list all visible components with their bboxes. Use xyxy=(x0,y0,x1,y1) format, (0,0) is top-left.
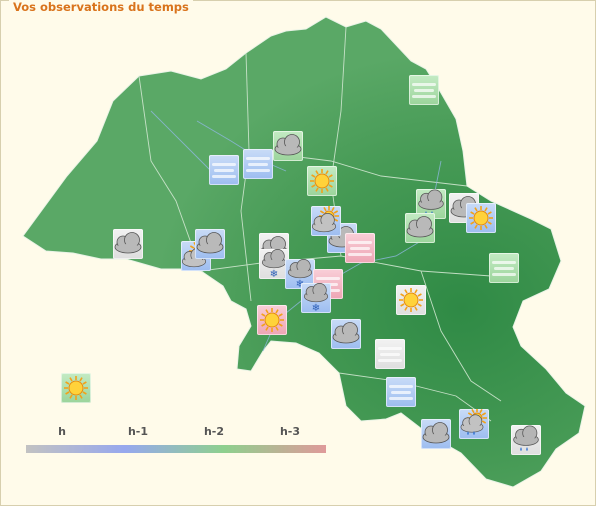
legend-label-h-3: h-3 xyxy=(279,425,301,438)
legend-label-h-1: h-1 xyxy=(127,425,149,438)
weather-observation-marker[interactable] xyxy=(459,409,489,439)
weather-observation-marker[interactable]: ❄ xyxy=(301,283,331,313)
weather-observation-marker[interactable] xyxy=(257,305,287,335)
weather-observation-marker[interactable] xyxy=(273,131,303,161)
weather-observation-marker[interactable] xyxy=(345,233,375,263)
weather-observation-marker[interactable] xyxy=(195,229,225,259)
weather-observation-marker[interactable] xyxy=(511,425,541,455)
time-legend: h h-1 h-2 h-3 xyxy=(26,425,326,455)
weather-observation-marker[interactable] xyxy=(396,285,426,315)
weather-observation-marker[interactable] xyxy=(209,155,239,185)
weather-observation-marker[interactable] xyxy=(386,377,416,407)
weather-observation-marker[interactable] xyxy=(489,253,519,283)
legend-label-h: h xyxy=(58,425,66,438)
weather-observation-marker[interactable] xyxy=(61,373,91,403)
map-panel: Vos observations du temps ❄ ❄ ❄ h h-1 h-… xyxy=(0,0,596,506)
weather-observation-marker[interactable] xyxy=(421,419,451,449)
legend-label-h-2: h-2 xyxy=(203,425,225,438)
svg-text:❄: ❄ xyxy=(312,303,320,313)
country-shape xyxy=(22,16,586,488)
weather-observation-marker[interactable] xyxy=(405,213,435,243)
weather-observation-marker[interactable] xyxy=(375,339,405,369)
weather-observation-marker[interactable] xyxy=(409,75,439,105)
weather-observation-marker[interactable] xyxy=(243,149,273,179)
weather-observation-marker[interactable] xyxy=(113,229,143,259)
weather-observation-marker[interactable] xyxy=(311,206,341,236)
weather-observation-marker[interactable] xyxy=(307,166,337,196)
weather-observation-marker[interactable] xyxy=(331,319,361,349)
legend-color-bar xyxy=(26,445,326,453)
weather-observation-marker[interactable] xyxy=(466,203,496,233)
svg-text:❄: ❄ xyxy=(270,269,278,279)
page-title: Vos observations du temps xyxy=(9,0,193,15)
